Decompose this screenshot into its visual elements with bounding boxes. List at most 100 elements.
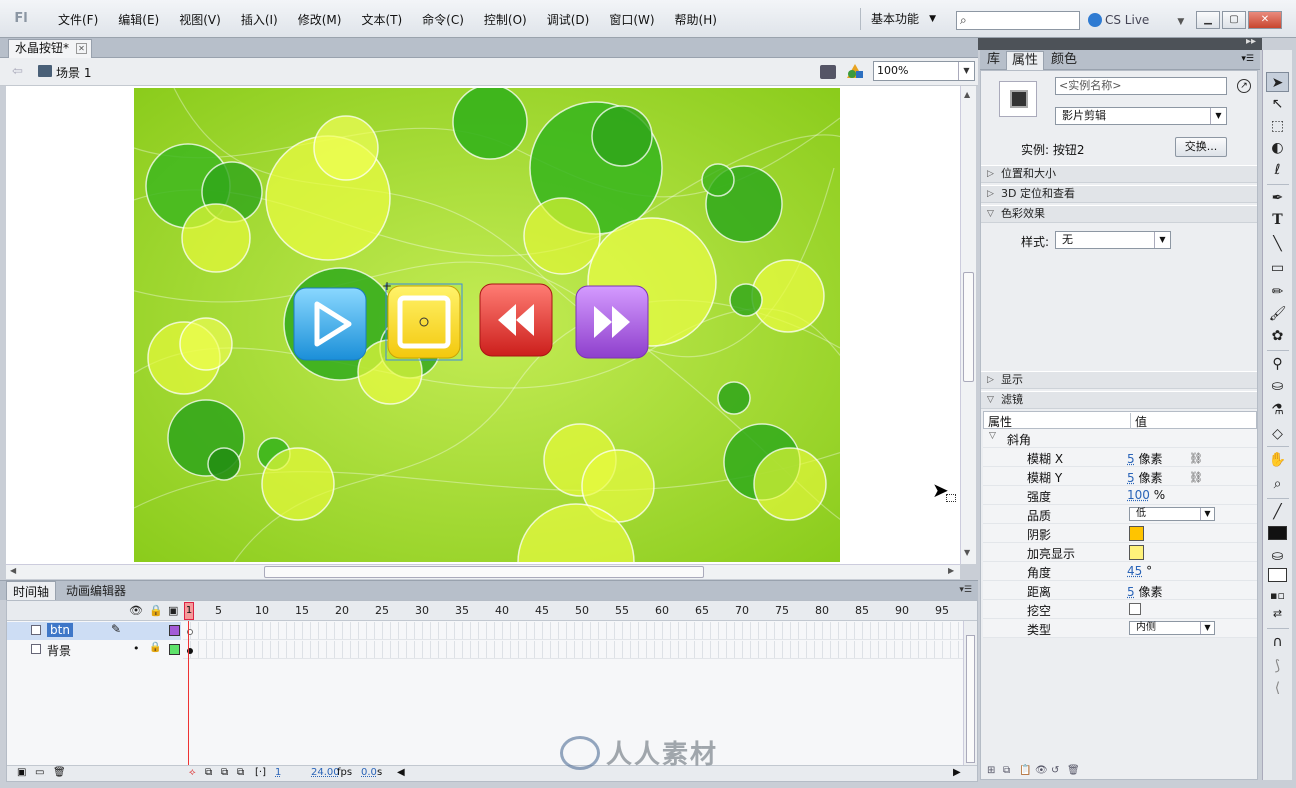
- tab-color[interactable]: 颜色: [1046, 51, 1082, 70]
- edit-multiple-frames-icon[interactable]: ⧉: [237, 767, 244, 778]
- bone-tool-icon[interactable]: ⚲: [1266, 354, 1289, 374]
- visibility-dot[interactable]: •: [133, 642, 140, 655]
- menu-text[interactable]: 文本(T): [351, 11, 412, 28]
- hand-tool-icon[interactable]: ✋: [1266, 450, 1289, 470]
- reset-filter-icon[interactable]: ↺: [1051, 765, 1059, 776]
- eraser-tool-icon[interactable]: ◇: [1266, 424, 1289, 444]
- frame-rate[interactable]: 24.00: [311, 767, 340, 778]
- tab-library[interactable]: 库: [982, 51, 1005, 70]
- text-tool-icon[interactable]: T: [1266, 210, 1289, 230]
- scroll-left-icon[interactable]: ◀: [10, 566, 16, 575]
- outline-icon[interactable]: ▣: [168, 604, 178, 617]
- lock-icon[interactable]: 🔒: [149, 642, 161, 653]
- smooth-icon[interactable]: ⟆: [1266, 656, 1289, 676]
- section-3d-position[interactable]: ▷ 3D 定位和查看: [981, 185, 1257, 203]
- stage-canvas[interactable]: +: [134, 88, 840, 562]
- menu-edit[interactable]: 编辑(E): [108, 11, 169, 28]
- layer-frames[interactable]: [183, 641, 963, 659]
- brush-tool-icon[interactable]: 🖌: [1266, 304, 1289, 324]
- layer-name[interactable]: btn: [47, 623, 73, 637]
- strength-value[interactable]: 100: [1127, 488, 1150, 502]
- document-tab[interactable]: 水晶按钮* ✕: [8, 39, 93, 58]
- straighten-icon[interactable]: ⟨: [1266, 678, 1289, 698]
- link-icon[interactable]: ⛓: [1189, 452, 1203, 465]
- scroll-thumb[interactable]: [264, 566, 704, 578]
- chevron-down-icon[interactable]: ▼: [1154, 232, 1170, 248]
- scroll-right-icon[interactable]: ▶: [948, 566, 954, 575]
- tab-properties[interactable]: 属性: [1006, 51, 1045, 70]
- blur-x-value[interactable]: 5: [1127, 452, 1135, 466]
- collapse-icon[interactable]: ▸▸: [1246, 36, 1256, 47]
- section-display[interactable]: ▷ 显示: [981, 371, 1257, 389]
- stroke-color-swatch[interactable]: [1268, 526, 1287, 540]
- add-filter-icon[interactable]: ⊞: [987, 765, 995, 776]
- playhead[interactable]: 1: [184, 602, 194, 620]
- lasso-tool-icon[interactable]: ℓ: [1266, 160, 1289, 180]
- angle-value[interactable]: 45: [1127, 564, 1142, 578]
- layer-frames[interactable]: [183, 622, 963, 640]
- tab-timeline[interactable]: 时间轴: [6, 581, 57, 601]
- scroll-thumb[interactable]: [963, 272, 974, 382]
- cs-live-button[interactable]: CS Live ▼: [1088, 10, 1184, 32]
- highlight-color-swatch[interactable]: [1129, 545, 1144, 560]
- swap-button[interactable]: 交换...: [1175, 137, 1227, 157]
- eyedropper-tool-icon[interactable]: ⚗: [1266, 400, 1289, 420]
- maximize-icon[interactable]: ▢: [1222, 11, 1246, 29]
- fill-color-icon[interactable]: ⛀: [1266, 546, 1289, 566]
- distance-value[interactable]: 5: [1127, 585, 1135, 599]
- edit-scene-icon[interactable]: [820, 65, 836, 79]
- help-icon[interactable]: ↗: [1237, 79, 1251, 93]
- paint-bucket-tool-icon[interactable]: ⛀: [1266, 376, 1289, 396]
- menu-commands[interactable]: 命令(C): [412, 11, 474, 28]
- close-icon[interactable]: ✕: [1248, 11, 1282, 29]
- onion-skin-icon[interactable]: ⧉: [205, 767, 212, 778]
- scroll-up-icon[interactable]: ▲: [964, 90, 970, 99]
- new-folder-icon[interactable]: ▭: [35, 767, 44, 778]
- menu-control[interactable]: 控制(O): [474, 11, 537, 28]
- stage-horizontal-scrollbar[interactable]: ◀ ▶: [6, 564, 960, 579]
- delete-icon[interactable]: 🗑: [53, 767, 66, 778]
- pen-tool-icon[interactable]: ✒: [1266, 188, 1289, 208]
- 3d-rotation-tool-icon[interactable]: ◐: [1266, 138, 1289, 158]
- shadow-color-swatch[interactable]: [1129, 526, 1144, 541]
- menu-help[interactable]: 帮助(H): [665, 11, 727, 28]
- zoom-select[interactable]: 100% ▼: [873, 61, 975, 81]
- layer-outline-color[interactable]: [169, 644, 180, 655]
- panel-menu-icon[interactable]: ▾☰: [1241, 54, 1254, 64]
- menu-debug[interactable]: 调试(D): [537, 11, 600, 28]
- layer-outline-color[interactable]: [169, 625, 180, 636]
- subselection-tool-icon[interactable]: ↖: [1266, 94, 1289, 114]
- stroke-color-icon[interactable]: ╱: [1266, 502, 1289, 522]
- clipboard-icon[interactable]: 📋: [1019, 765, 1031, 776]
- scene-breadcrumb[interactable]: 场景 1: [56, 64, 91, 81]
- scroll-thumb[interactable]: [966, 635, 975, 763]
- stage-vertical-scrollbar[interactable]: ▲ ▼: [960, 86, 976, 564]
- link-icon[interactable]: ⛓: [1189, 471, 1203, 484]
- chevron-down-icon[interactable]: ▼: [958, 62, 974, 80]
- rewind-button[interactable]: [479, 283, 553, 357]
- onion-outline-icon[interactable]: ⧉: [221, 767, 228, 778]
- menu-file[interactable]: 文件(F): [48, 11, 108, 28]
- back-arrow-icon[interactable]: ⇦: [12, 64, 23, 79]
- delete-filter-icon[interactable]: 🗑: [1067, 765, 1080, 776]
- section-position-size[interactable]: ▷ 位置和大小: [981, 165, 1257, 183]
- knockout-checkbox[interactable]: [1129, 603, 1141, 615]
- instance-name-input[interactable]: <实例名称>: [1055, 77, 1227, 95]
- section-color-effect[interactable]: ▽ 色彩效果: [981, 205, 1257, 223]
- eye-icon[interactable]: 👁: [129, 604, 143, 617]
- menu-insert[interactable]: 插入(I): [231, 11, 288, 28]
- layer-header[interactable]: 背景 • 🔒: [7, 641, 181, 659]
- scroll-down-icon[interactable]: ▼: [964, 548, 970, 557]
- color-style-select[interactable]: 无 ▼: [1055, 231, 1171, 249]
- workspace-switcher[interactable]: 基本功能 ▼: [860, 8, 942, 30]
- fast-forward-button[interactable]: [575, 285, 649, 359]
- pencil-tool-icon[interactable]: ✏: [1266, 282, 1289, 302]
- fill-color-swatch[interactable]: [1268, 568, 1287, 582]
- layer-name[interactable]: 背景: [47, 642, 71, 659]
- rectangle-tool-icon[interactable]: ▭: [1266, 258, 1289, 278]
- swap-colors-icon[interactable]: ⇄: [1266, 604, 1289, 624]
- current-frame[interactable]: 1: [275, 767, 281, 778]
- layer-row-background[interactable]: 背景 • 🔒: [7, 641, 963, 659]
- snap-to-objects-icon[interactable]: ∩: [1266, 632, 1289, 652]
- play-button[interactable]: [293, 287, 367, 361]
